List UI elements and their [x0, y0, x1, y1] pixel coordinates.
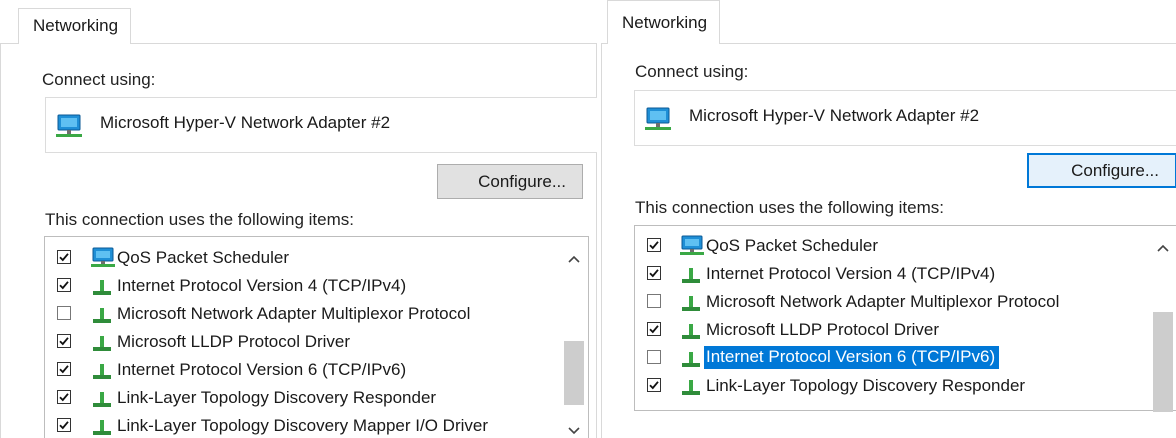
connection-items-list[interactable]: QoS Packet Scheduler Internet Protocol V…: [44, 236, 589, 438]
list-item[interactable]: Microsoft Network Adapter Multiplexor Pr…: [45, 301, 555, 329]
tab-content: Connect using: Microsoft Hyper-V Network…: [601, 44, 1176, 438]
item-label: Link-Layer Topology Discovery Responder: [117, 388, 437, 407]
qos-scheduler-icon: [678, 235, 706, 262]
list-item[interactable]: Internet Protocol Version 4 (TCP/IPv4): [45, 273, 555, 301]
network-adapter-icon: [645, 107, 673, 136]
list-item[interactable]: QoS Packet Scheduler: [45, 245, 555, 273]
connection-items-list[interactable]: QoS Packet Scheduler Internet Protocol V…: [634, 225, 1176, 412]
connect-using-label: Connect using:: [42, 70, 156, 89]
checkbox[interactable]: [647, 378, 661, 392]
checkbox[interactable]: [57, 390, 71, 404]
items-label: This connection uses the following items…: [45, 210, 354, 229]
item-label: Microsoft Network Adapter Multiplexor Pr…: [117, 304, 471, 323]
protocol-icon: [91, 275, 113, 302]
protocol-icon: [91, 359, 113, 386]
protocol-icon: [680, 263, 702, 290]
protocol-icon: [91, 387, 113, 414]
qos-scheduler-icon: [89, 247, 117, 274]
adapter-field: Microsoft Hyper-V Network Adapter #2: [45, 97, 597, 153]
checkbox[interactable]: [647, 294, 661, 308]
item-label: Internet Protocol Version 4 (TCP/IPv4): [706, 264, 996, 283]
list-item[interactable]: Microsoft LLDP Protocol Driver: [45, 329, 555, 357]
chevron-up-icon[interactable]: [567, 251, 581, 263]
protocol-icon: [680, 319, 702, 346]
connect-using-label: Connect using:: [635, 62, 749, 81]
item-label: Microsoft Network Adapter Multiplexor Pr…: [706, 292, 1060, 311]
item-label: QoS Packet Scheduler: [706, 236, 878, 255]
list-item[interactable]: Microsoft LLDP Protocol Driver: [635, 317, 1147, 345]
chevron-down-icon[interactable]: [567, 423, 581, 435]
item-label: Internet Protocol Version 6 (TCP/IPv6): [117, 360, 407, 379]
adapter-field: Microsoft Hyper-V Network Adapter #2: [634, 90, 1176, 146]
item-label: Link-Layer Topology Discovery Mapper I/O…: [117, 416, 488, 435]
protocol-icon: [91, 331, 113, 358]
list-item[interactable]: Microsoft Network Adapter Multiplexor Pr…: [635, 289, 1147, 317]
tab-networking[interactable]: Networking: [607, 0, 721, 44]
protocol-icon: [680, 347, 702, 374]
checkbox[interactable]: [57, 278, 71, 292]
vertical-scrollbar[interactable]: [560, 237, 588, 438]
tab-content: Connect using: Microsoft Hyper-V Network…: [0, 44, 597, 438]
configure-button[interactable]: Configure...: [437, 164, 583, 199]
checkbox[interactable]: [57, 362, 71, 376]
protocol-icon: [680, 375, 702, 402]
tab-networking[interactable]: Networking: [18, 8, 132, 44]
checkbox[interactable]: [647, 266, 661, 280]
list-item[interactable]: Internet Protocol Version 4 (TCP/IPv4): [635, 261, 1147, 289]
vertical-scrollbar[interactable]: [1149, 226, 1176, 412]
item-label: Microsoft LLDP Protocol Driver: [117, 332, 351, 351]
adapter-name: Microsoft Hyper-V Network Adapter #2: [100, 113, 391, 132]
checkbox[interactable]: [57, 250, 71, 264]
protocol-icon: [680, 291, 702, 318]
checkbox[interactable]: [57, 334, 71, 348]
item-label: Internet Protocol Version 4 (TCP/IPv4): [117, 276, 407, 295]
item-label: QoS Packet Scheduler: [117, 248, 289, 267]
network-properties-panel-before: Networking Connect using: Microsoft Hype…: [0, 0, 597, 438]
chevron-up-icon[interactable]: [1156, 240, 1170, 252]
list-item[interactable]: Link-Layer Topology Discovery Responder: [635, 373, 1147, 401]
list-item[interactable]: Link-Layer Topology Discovery Responder: [45, 385, 555, 413]
network-adapter-icon: [56, 114, 84, 143]
protocol-icon: [91, 415, 113, 438]
protocol-icon: [91, 303, 113, 330]
list-item[interactable]: Internet Protocol Version 6 (TCP/IPv6): [45, 357, 555, 385]
tab-strip: Networking: [601, 0, 1176, 44]
list-item-selected[interactable]: Internet Protocol Version 6 (TCP/IPv6): [635, 345, 1147, 373]
list-item[interactable]: Link-Layer Topology Discovery Mapper I/O…: [45, 413, 555, 438]
item-label: Internet Protocol Version 6 (TCP/IPv6): [704, 346, 1000, 369]
item-label: Microsoft LLDP Protocol Driver: [706, 320, 940, 339]
checkbox[interactable]: [647, 238, 661, 252]
adapter-name: Microsoft Hyper-V Network Adapter #2: [689, 106, 980, 125]
scroll-thumb[interactable]: [1153, 312, 1173, 412]
item-label: Link-Layer Topology Discovery Responder: [706, 376, 1026, 395]
tab-strip: Networking: [0, 0, 597, 44]
configure-button[interactable]: Configure...: [1027, 153, 1176, 188]
network-properties-panel-after: Networking Connect using: Microsoft Hype…: [601, 0, 1176, 438]
checkbox[interactable]: [57, 306, 71, 320]
scroll-thumb[interactable]: [564, 341, 584, 405]
items-label: This connection uses the following items…: [635, 198, 944, 217]
checkbox[interactable]: [647, 350, 661, 364]
checkbox[interactable]: [57, 418, 71, 432]
list-item[interactable]: QoS Packet Scheduler: [635, 233, 1147, 261]
checkbox[interactable]: [647, 322, 661, 336]
